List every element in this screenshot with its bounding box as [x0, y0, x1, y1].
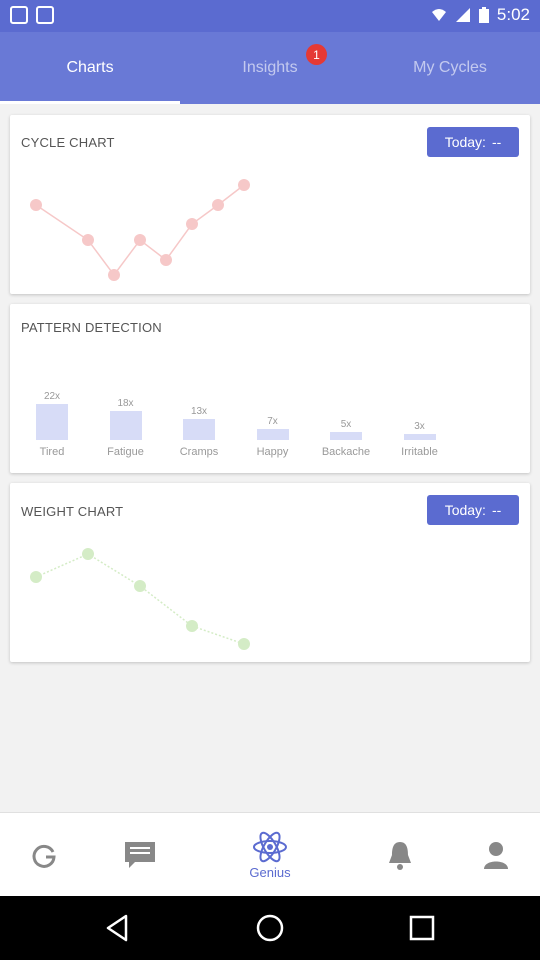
weight-point: [30, 571, 42, 583]
pattern-bar-item: 13x Cramps: [164, 406, 234, 458]
bell-icon: [389, 842, 411, 870]
pattern-bar-count: 5x: [340, 419, 352, 430]
pattern-bar-fill: [330, 432, 362, 440]
nav-profile[interactable]: [474, 813, 518, 897]
cycle-point: [134, 234, 146, 246]
pattern-bar-fill: [109, 411, 142, 440]
cycle-point: [212, 199, 224, 211]
pattern-bar-count: 18x: [117, 398, 134, 409]
nav-messages[interactable]: [118, 813, 162, 897]
refresh-icon: [32, 844, 56, 868]
weight-point: [186, 620, 198, 632]
nav-genius-label: Genius: [249, 864, 291, 880]
clock: 5:02: [496, 5, 530, 24]
pattern-bar-item: 7x Happy: [238, 416, 308, 458]
pattern-bar-fill: [403, 434, 436, 440]
notification-app-icon: [36, 6, 54, 24]
status-bar: 5:02: [0, 0, 540, 32]
tab-insights[interactable]: Insights: [180, 32, 360, 104]
status-right: 5:02: [431, 5, 530, 25]
signal-icon: [455, 8, 470, 22]
pattern-bar-count: 22x: [43, 391, 61, 402]
tab-my-cycles[interactable]: My Cycles: [360, 32, 540, 104]
system-nav-bar: [0, 896, 540, 960]
weight-point: [238, 638, 250, 650]
weight-point: [134, 580, 146, 592]
cycle-point: [186, 218, 198, 230]
cycle-chart-plot: [30, 179, 250, 281]
pattern-bar-count: 3x: [414, 421, 425, 432]
notification-app-icon: [10, 6, 28, 24]
pattern-bar-label: Irritable: [401, 446, 438, 458]
atom-icon: [253, 831, 287, 862]
pattern-bar-item: 3x Irritable: [385, 421, 455, 458]
cycle-chart-card[interactable]: CYCLE CHART Today: --: [10, 115, 530, 294]
notification-icons: [10, 6, 54, 24]
pattern-bar-label: Backache: [321, 446, 371, 458]
home-icon[interactable]: [254, 912, 286, 944]
nav-genius[interactable]: Genius: [230, 813, 310, 897]
tab-label: Insights: [242, 59, 298, 76]
tab-label: My Cycles: [413, 59, 487, 76]
pattern-bar-label: Cramps: [179, 446, 219, 458]
person-icon: [484, 842, 508, 869]
pattern-bar-item: 5x Backache: [311, 419, 381, 458]
cycle-point: [108, 269, 120, 281]
bottom-nav: Genius: [0, 812, 540, 896]
cycle-point: [30, 199, 42, 211]
pattern-bar-fill: [256, 429, 289, 440]
weight-chart-card[interactable]: WEIGHT CHART Today: --: [10, 483, 530, 662]
pattern-bar-item: 22x Tired: [17, 391, 87, 458]
pattern-bar-count: 13x: [190, 406, 208, 417]
cycle-point: [82, 234, 94, 246]
weight-point: [82, 548, 94, 560]
active-tab-indicator: [0, 101, 180, 104]
wifi-icon: [431, 9, 446, 21]
pattern-bar-fill: [183, 419, 215, 440]
top-tabs: Charts Insights My Cycles: [0, 32, 540, 104]
recents-icon[interactable]: [406, 912, 438, 944]
pattern-bar-label: Fatigue: [107, 446, 144, 458]
pattern-bar-fill: [36, 404, 68, 440]
cycle-point: [160, 254, 172, 266]
pattern-bar-item: 18x Fatigue: [91, 398, 161, 458]
weight-chart-plot: [30, 548, 250, 650]
pattern-bar-label: Happy: [256, 446, 289, 458]
back-icon[interactable]: [102, 912, 134, 944]
battery-icon: [478, 7, 489, 23]
tab-label: Charts: [66, 59, 114, 76]
nav-notifications[interactable]: [378, 813, 422, 897]
nav-refresh[interactable]: [22, 813, 66, 897]
pattern-detection-card[interactable]: PATTERN DETECTION 22x Tired 18x Fatigue 13x C…: [10, 304, 530, 473]
pattern-bar-label: Tired: [39, 446, 65, 458]
cycle-point: [238, 179, 250, 191]
pattern-bar-count: 7x: [267, 416, 278, 427]
pattern-detection-title: PATTERN DETECTION: [21, 320, 162, 335]
insights-badge: 1: [306, 44, 327, 65]
tab-charts[interactable]: Charts: [0, 32, 180, 104]
chat-icon: [125, 842, 155, 868]
